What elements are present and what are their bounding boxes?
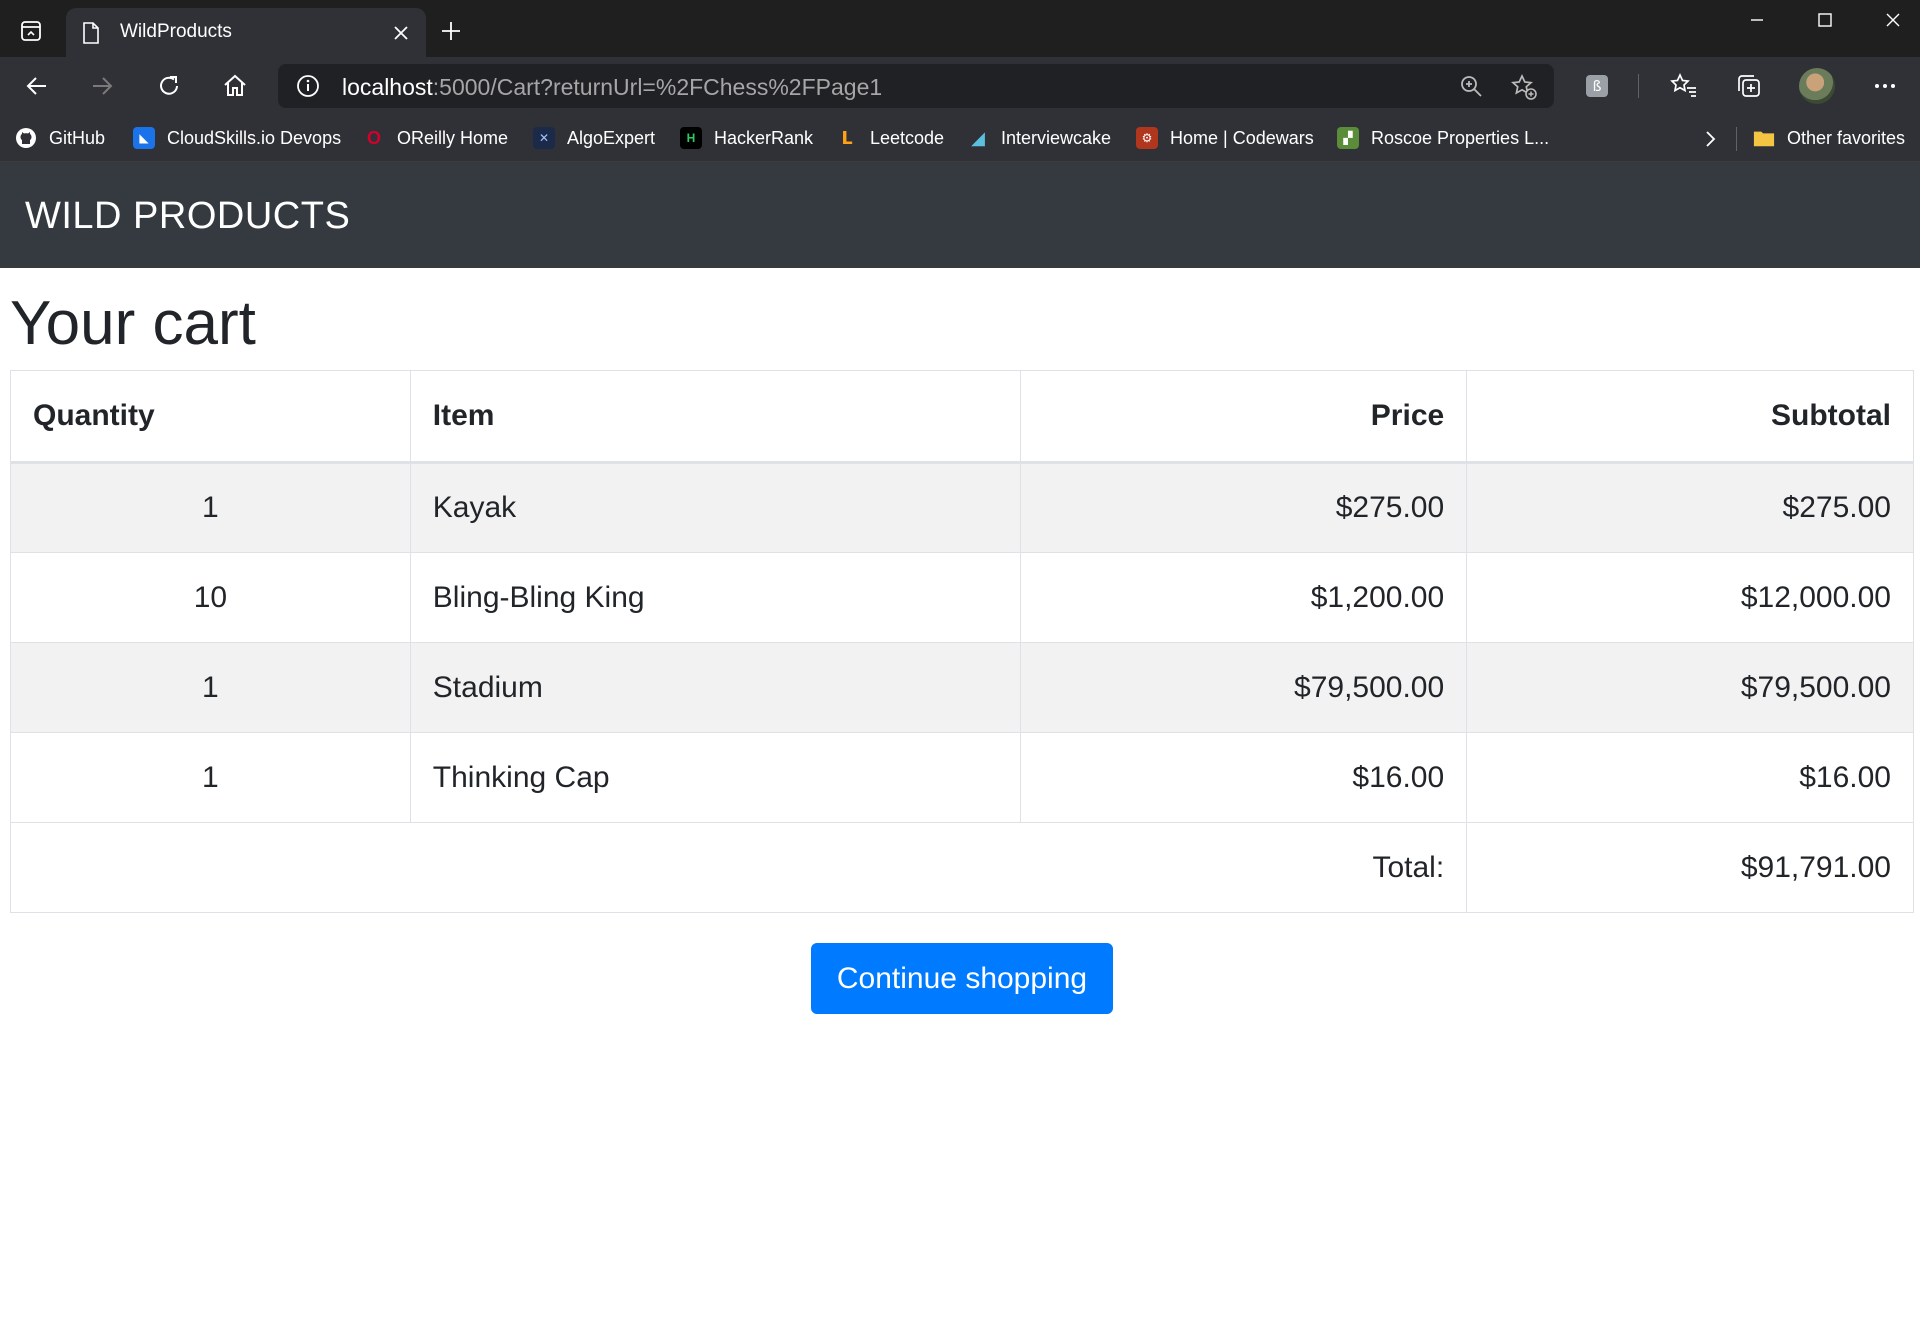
address-url: localhost:5000/Cart?returnUrl=%2FChess%2… — [342, 73, 882, 101]
more-menu-icon[interactable] — [1866, 67, 1904, 105]
bookmark-oreilly[interactable]: O OReilly Home — [363, 125, 508, 151]
bookmark-label: HackerRank — [714, 127, 814, 148]
cloudskills-icon: ◣ — [133, 127, 155, 149]
site-navbar: WILD PRODUCTS — [0, 162, 1920, 268]
browser-toolbar: localhost:5000/Cart?returnUrl=%2FChess%2… — [0, 57, 1920, 114]
bookmark-label: Leetcode — [870, 127, 945, 148]
table-row: 1 Kayak $275.00 $275.00 — [10, 462, 1914, 553]
tab-actions-icon[interactable] — [14, 16, 48, 46]
window-close-icon[interactable] — [1859, 2, 1920, 38]
toolbar-separator — [1638, 74, 1639, 98]
page-title: Your cart — [10, 289, 256, 358]
row-subtotal: $16.00 — [1466, 732, 1914, 823]
bookmark-label: Home | Codewars — [1170, 127, 1314, 148]
row-subtotal: $275.00 — [1466, 462, 1914, 553]
site-info-icon[interactable] — [296, 74, 320, 103]
header-quantity: Quantity — [10, 370, 411, 464]
row-item: Stadium — [409, 642, 1022, 733]
brand-link[interactable]: WILD PRODUCTS — [25, 194, 350, 238]
bookmarks-bar: GitHub ◣ CloudSkills.io Devops O OReilly… — [0, 114, 1920, 162]
chevron-right-icon[interactable] — [1697, 126, 1723, 152]
folder-icon — [1753, 127, 1775, 149]
bookmark-codewars[interactable]: ⚙ Home | Codewars — [1136, 125, 1314, 151]
algoexpert-icon: ✕ — [533, 127, 555, 149]
row-price: $79,500.00 — [1020, 642, 1468, 733]
bookmark-label: AlgoExpert — [567, 127, 656, 148]
header-price: Price — [1020, 370, 1468, 464]
forward-icon[interactable] — [83, 67, 121, 105]
bookmark-label: OReilly Home — [397, 127, 509, 148]
cart-table: Quantity Item Price Subtotal 1 Kayak $27… — [9, 370, 1914, 913]
bookmark-cloudskills[interactable]: ◣ CloudSkills.io Devops — [133, 125, 341, 151]
home-icon[interactable] — [216, 67, 254, 105]
profile-avatar[interactable] — [1799, 68, 1835, 104]
bookmark-interviewcake[interactable]: ◢ Interviewcake — [967, 125, 1111, 151]
row-item: Thinking Cap — [409, 732, 1022, 823]
leetcode-icon: ᒪ — [841, 127, 853, 148]
row-subtotal: $79,500.00 — [1466, 642, 1914, 733]
bookmark-algoexpert[interactable]: ✕ AlgoExpert — [533, 125, 655, 151]
row-subtotal: $12,000.00 — [1466, 552, 1914, 643]
back-icon[interactable] — [18, 67, 56, 105]
bookmark-label: Roscoe Properties L... — [1371, 127, 1550, 148]
table-row: 1 Stadium $79,500.00 $79,500.00 — [10, 642, 1914, 733]
new-tab-icon[interactable] — [436, 16, 466, 46]
bookmark-label: Other favorites — [1787, 127, 1906, 148]
bookmark-roscoe[interactable]: ▞ Roscoe Properties L... — [1337, 125, 1549, 151]
extension-icon[interactable]: ß — [1578, 67, 1616, 105]
bookmark-label: Interviewcake — [1001, 127, 1112, 148]
codewars-icon: ⚙ — [1136, 127, 1158, 149]
row-quantity: 10 — [10, 552, 411, 643]
total-row: Total: $91,791.00 — [9, 822, 1914, 913]
refresh-icon[interactable] — [150, 67, 188, 105]
tab-title: WildProducts — [120, 21, 232, 42]
github-icon — [15, 127, 37, 149]
row-quantity: 1 — [10, 462, 411, 553]
minimize-icon[interactable] — [1723, 2, 1791, 38]
table-row: 10 Bling-Bling King $1,200.00 $12,000.00 — [10, 552, 1914, 643]
bookmark-label: CloudSkills.io Devops — [167, 127, 342, 148]
bookmark-other-favorites[interactable]: Other favorites — [1753, 125, 1905, 151]
continue-shopping-button[interactable]: Continue shopping — [811, 943, 1113, 1014]
bookmark-hackerrank[interactable]: H HackerRank — [680, 125, 813, 151]
hackerrank-icon: H — [680, 127, 702, 149]
row-price: $1,200.00 — [1020, 552, 1468, 643]
bookmark-leetcode[interactable]: ᒪ Leetcode — [836, 125, 944, 151]
table-header-row: Quantity Item Price Subtotal — [10, 370, 1914, 464]
total-label: Total: — [9, 822, 1468, 913]
browser-tab[interactable]: WildProducts — [66, 8, 426, 57]
page-file-icon — [82, 22, 100, 49]
maximize-icon[interactable] — [1791, 2, 1859, 38]
favorites-icon[interactable] — [1665, 67, 1703, 105]
row-item: Kayak — [409, 462, 1022, 553]
url-path: :5000/Cart?returnUrl=%2FChess%2FPage1 — [432, 74, 883, 100]
header-subtotal: Subtotal — [1466, 370, 1914, 464]
bookmarks-separator — [1736, 127, 1737, 151]
zoom-icon[interactable] — [1458, 73, 1484, 104]
tab-close-icon[interactable] — [388, 20, 414, 46]
svg-text:ß: ß — [1593, 79, 1602, 95]
interviewcake-icon: ◢ — [971, 127, 985, 148]
table-row: 1 Thinking Cap $16.00 $16.00 — [10, 732, 1914, 823]
address-bar[interactable]: localhost:5000/Cart?returnUrl=%2FChess%2… — [278, 64, 1554, 108]
row-quantity: 1 — [10, 642, 411, 733]
row-price: $16.00 — [1020, 732, 1468, 823]
browser-tab-bar: WildProducts — [0, 0, 1920, 57]
oreilly-icon: O — [366, 127, 381, 148]
collections-icon[interactable] — [1730, 67, 1768, 105]
roscoe-icon: ▞ — [1337, 127, 1359, 149]
row-quantity: 1 — [10, 732, 411, 823]
add-favorite-icon[interactable] — [1510, 73, 1538, 106]
header-item: Item — [409, 370, 1022, 464]
row-item: Bling-Bling King — [409, 552, 1022, 643]
url-host: localhost — [342, 74, 433, 100]
bookmark-github[interactable]: GitHub — [15, 125, 105, 151]
bookmark-label: GitHub — [49, 127, 106, 148]
total-value: $91,791.00 — [1466, 822, 1914, 913]
row-price: $275.00 — [1020, 462, 1468, 553]
